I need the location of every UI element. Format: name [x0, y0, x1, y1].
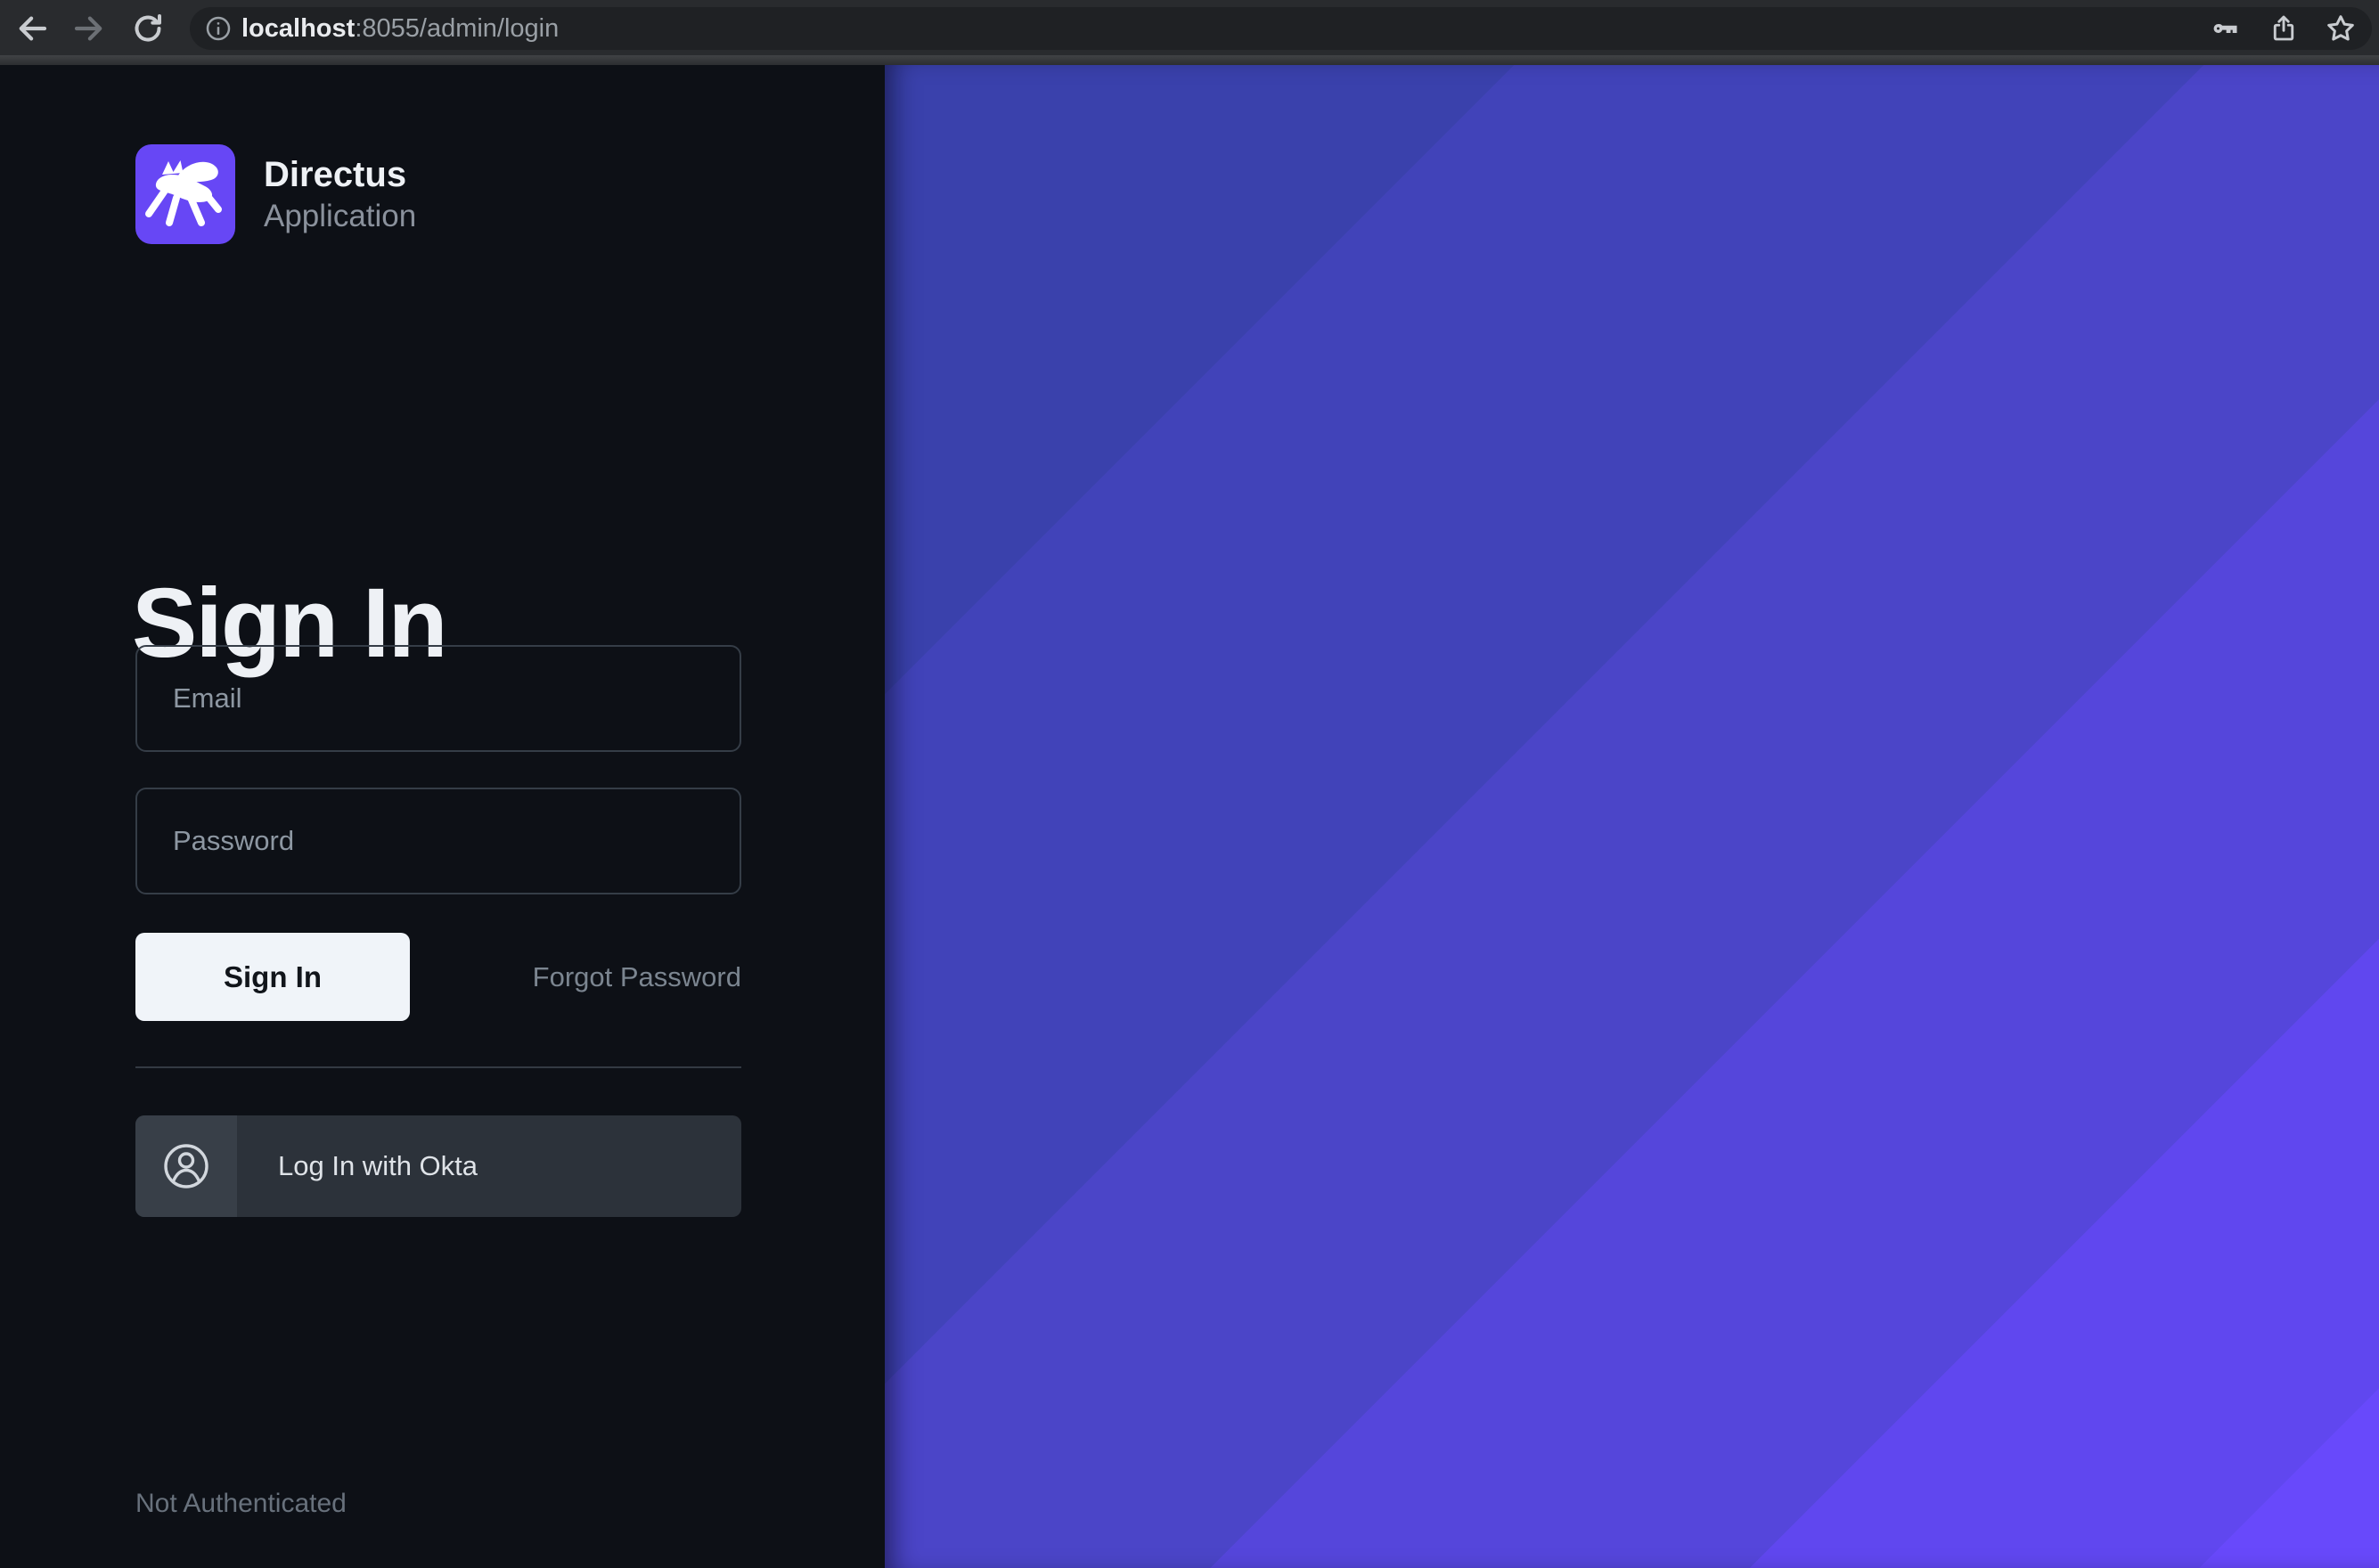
brand-text: Directus Application	[264, 152, 416, 236]
directus-logo	[135, 144, 235, 244]
url-path: :8055/admin/login	[355, 14, 559, 43]
toolbar-bottom-edge	[0, 55, 2379, 65]
okta-login-label: Log In with Okta	[278, 1150, 478, 1182]
browser-toolbar: localhost:8055/admin/login	[0, 0, 2379, 65]
auth-panel: Directus Application Sign In Sign In For…	[0, 65, 885, 1568]
address-bar[interactable]: localhost:8055/admin/login	[190, 7, 2372, 50]
brand-subtitle: Application	[264, 197, 416, 236]
divider	[135, 1066, 741, 1068]
account-circle-icon	[161, 1141, 211, 1191]
forgot-password-label: Forgot Password	[533, 961, 741, 993]
forward-button[interactable]	[66, 5, 112, 52]
bookmark-star-icon[interactable]	[2324, 12, 2358, 45]
email-field[interactable]	[135, 645, 741, 752]
forward-arrow-icon	[70, 10, 108, 47]
back-button[interactable]	[9, 5, 55, 52]
login-page: Directus Application Sign In Sign In For…	[0, 65, 2379, 1568]
site-info-icon[interactable]	[202, 12, 234, 45]
url-host: localhost	[241, 14, 355, 43]
forgot-password-link[interactable]: Forgot Password	[135, 933, 741, 1021]
brand-header: Directus Application	[135, 144, 416, 244]
brand-title: Directus	[264, 152, 416, 197]
sso-icon-box	[135, 1115, 237, 1217]
share-icon[interactable]	[2267, 12, 2301, 45]
reload-button[interactable]	[125, 5, 171, 52]
reload-icon	[130, 11, 166, 46]
password-key-icon[interactable]	[2208, 12, 2242, 45]
password-field[interactable]	[135, 788, 741, 894]
status-text: Not Authenticated	[135, 1489, 347, 1519]
decorative-art-panel	[885, 65, 2379, 1568]
back-arrow-icon	[13, 10, 51, 47]
url-text[interactable]: localhost:8055/admin/login	[241, 7, 559, 50]
okta-login-button[interactable]: Log In with Okta	[135, 1115, 741, 1217]
rabbit-icon	[135, 144, 235, 244]
